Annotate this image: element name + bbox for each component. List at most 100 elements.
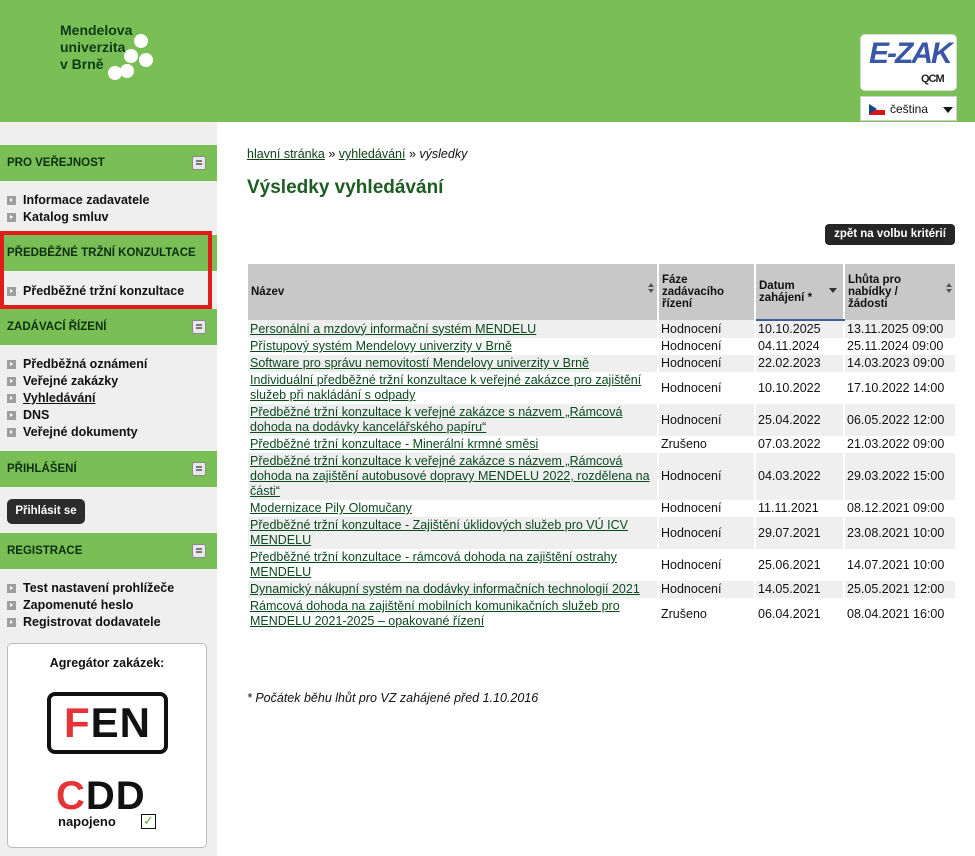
arrow-right-icon bbox=[7, 394, 16, 403]
section-title: ZADÁVACÍ ŘÍZENÍ bbox=[7, 321, 107, 333]
section-zadavaci-rizeni: ZADÁVACÍ ŘÍZENÍ bbox=[0, 309, 217, 345]
arrow-right-icon bbox=[7, 584, 16, 593]
site-header: Mendelova univerzita v Brně E-ZAK QCM če… bbox=[0, 0, 975, 122]
start-date-cell: 10.10.2022 bbox=[755, 372, 845, 404]
arrow-right-icon bbox=[7, 601, 16, 610]
menu-item-verejne-dokumenty[interactable]: Veřejné dokumenty bbox=[0, 424, 217, 441]
aggregator-title: Agregátor zakázek: bbox=[49, 656, 165, 670]
column-header-start-date[interactable]: Datum zahájení * bbox=[755, 264, 845, 321]
tender-link[interactable]: Software pro správu nemovitostí Mendelov… bbox=[250, 356, 589, 370]
menu-item-katalog-smluv[interactable]: Katalog smluv bbox=[0, 209, 217, 226]
arrow-right-icon bbox=[7, 360, 16, 369]
menu-registrace: Test nastavení prohlížeče Zapomenuté hes… bbox=[0, 580, 217, 631]
arrow-right-icon bbox=[7, 411, 16, 420]
section-prihlaseni: PŘIHLÁŠENÍ bbox=[0, 451, 217, 487]
document-icon bbox=[192, 320, 206, 334]
column-header-phase[interactable]: Fáze zadávacího řízení bbox=[658, 264, 756, 320]
table-row: Personální a mzdový informační systém ME… bbox=[248, 320, 955, 338]
arrow-right-icon bbox=[7, 428, 16, 437]
deadline-cell: 21.03.2022 09:00 bbox=[844, 436, 955, 453]
table-row: Dynamický nákupní systém na dodávky info… bbox=[248, 581, 955, 598]
deadline-cell: 25.05.2021 12:00 bbox=[844, 581, 955, 598]
menu-item-zapomenute-heslo[interactable]: Zapomenuté heslo bbox=[0, 597, 217, 614]
language-select[interactable]: čeština bbox=[860, 96, 957, 121]
menu-zadavaci-rizeni: Předběžná oznámení Veřejné zakázky Vyhle… bbox=[0, 356, 217, 441]
tender-link[interactable]: Předběžné tržní konzultace k veřejné zak… bbox=[250, 454, 650, 498]
tender-link[interactable]: Modernizace Pily Olomučany bbox=[250, 501, 412, 515]
breadcrumb-current: výsledky bbox=[419, 147, 468, 161]
tender-link[interactable]: Individuální předběžné tržní konzultace … bbox=[250, 373, 641, 402]
cdd-connected-label: napojeno bbox=[58, 814, 116, 829]
language-label: čeština bbox=[890, 102, 929, 116]
column-header-deadline[interactable]: Lhůta pro nabídky / žádosti bbox=[844, 264, 955, 320]
menu-item-registrovat-dodavatele[interactable]: Registrovat dodavatele bbox=[0, 614, 217, 631]
table-row: Předběžné tržní konzultace - Minerální k… bbox=[248, 436, 955, 453]
deadline-cell: 14.07.2021 10:00 bbox=[844, 549, 955, 581]
phase-cell: Hodnocení bbox=[658, 517, 756, 549]
university-logo[interactable]: Mendelova univerzita v Brně bbox=[60, 22, 170, 92]
tender-link[interactable]: Předběžné tržní konzultace - Zajištění ú… bbox=[250, 518, 628, 547]
table-row: Modernizace Pily Olomučany Hodnocení 11.11… bbox=[248, 500, 955, 517]
tender-link[interactable]: Předběžné tržní konzultace k veřejné zak… bbox=[250, 405, 622, 434]
breadcrumb-separator: » bbox=[408, 147, 416, 161]
tender-link[interactable]: Rámcová dohoda na zajištění mobilních ko… bbox=[250, 599, 620, 628]
breadcrumb-home-link[interactable]: hlavní stránka bbox=[247, 147, 325, 161]
ezak-logo-text: E-ZAK bbox=[869, 37, 953, 70]
phase-cell: Hodnocení bbox=[658, 355, 756, 372]
login-button[interactable]: Přihlásit se bbox=[7, 499, 85, 524]
start-date-cell: 04.03.2022 bbox=[755, 453, 845, 500]
tender-link[interactable]: Dynamický nákupní systém na dodávky info… bbox=[250, 582, 640, 596]
phase-cell: Zrušeno bbox=[658, 598, 756, 630]
results-body: Personální a mzdový informační systém ME… bbox=[248, 320, 955, 630]
table-row: Předběžné tržní konzultace - rámcová doh… bbox=[248, 549, 955, 581]
logo-dot bbox=[108, 66, 122, 80]
phase-cell: Hodnocení bbox=[658, 500, 756, 517]
menu-item-predbezna-oznameni[interactable]: Předběžná oznámení bbox=[0, 356, 217, 373]
menu-item-informace-zadavatele[interactable]: Informace zadavatele bbox=[0, 192, 217, 209]
sort-descending-icon bbox=[829, 288, 837, 293]
arrow-right-icon bbox=[7, 196, 16, 205]
ezak-logo-sub: QCM bbox=[921, 73, 945, 85]
section-title: REGISTRACE bbox=[7, 545, 83, 557]
back-to-criteria-button[interactable]: zpět na volbu kritérií bbox=[825, 224, 955, 245]
menu-item-verejne-zakazky[interactable]: Veřejné zakázky bbox=[0, 373, 217, 390]
start-date-cell: 06.04.2021 bbox=[755, 598, 845, 630]
deadline-cell: 23.08.2021 10:00 bbox=[844, 517, 955, 549]
deadline-cell: 29.03.2022 15:00 bbox=[844, 453, 955, 500]
logo-dot bbox=[134, 34, 148, 48]
aggregator-box: Agregátor zakázek: FEN CDD napojeno ✓ bbox=[7, 643, 207, 848]
breadcrumb-separator: » bbox=[328, 147, 336, 161]
table-row: Software pro správu nemovitostí Mendelov… bbox=[248, 355, 955, 372]
table-row: Rámcová dohoda na zajištění mobilních ko… bbox=[248, 598, 955, 630]
menu-pro-verejnost: Informace zadavatele Katalog smluv bbox=[0, 192, 217, 226]
page-title: Výsledky vyhledávání bbox=[247, 177, 444, 198]
menu-item-vyhledavani[interactable]: Vyhledávání bbox=[0, 390, 217, 407]
results-table: Název Fáze zadávacího řízení Datum zaháj… bbox=[248, 264, 955, 630]
logo-dot bbox=[120, 64, 134, 78]
ezak-logo[interactable]: E-ZAK QCM bbox=[860, 34, 957, 91]
tender-link[interactable]: Personální a mzdový informační systém ME… bbox=[250, 322, 536, 336]
tender-link[interactable]: Předběžné tržní konzultace - rámcová doh… bbox=[250, 550, 617, 579]
start-date-cell: 25.04.2022 bbox=[755, 404, 845, 436]
table-row: Přístupový systém Mendelovy univerzity v… bbox=[248, 338, 955, 355]
tender-link[interactable]: Předběžné tržní konzultace - Minerální k… bbox=[250, 437, 538, 451]
logo-dot bbox=[139, 53, 153, 67]
menu-item-dns[interactable]: DNS bbox=[0, 407, 217, 424]
phase-cell: Hodnocení bbox=[658, 453, 756, 500]
table-header-row: Název Fáze zadávacího řízení Datum zaháj… bbox=[248, 264, 955, 321]
fen-logo[interactable]: FEN bbox=[47, 692, 168, 754]
arrow-right-icon bbox=[7, 377, 16, 386]
table-row: Předběžné tržní konzultace k veřejné zak… bbox=[248, 453, 955, 500]
breadcrumb-search-link[interactable]: vyhledávání bbox=[339, 147, 406, 161]
tender-link[interactable]: Přístupový systém Mendelovy univerzity v… bbox=[250, 339, 512, 353]
deadline-cell: 17.10.2022 14:00 bbox=[844, 372, 955, 404]
column-header-name[interactable]: Název bbox=[248, 264, 659, 320]
cdd-logo[interactable]: CDD bbox=[56, 776, 166, 816]
highlight-box bbox=[0, 231, 212, 309]
start-date-cell: 14.05.2021 bbox=[755, 581, 845, 598]
register-icon bbox=[192, 544, 206, 558]
start-date-cell: 10.10.2025 bbox=[755, 320, 845, 338]
footnote: * Počátek běhu lhůt pro VZ zahájené před… bbox=[247, 691, 539, 705]
menu-item-test-nastaveni[interactable]: Test nastavení prohlížeče bbox=[0, 580, 217, 597]
breadcrumb: hlavní stránka » vyhledávání » výsledky bbox=[247, 147, 467, 161]
